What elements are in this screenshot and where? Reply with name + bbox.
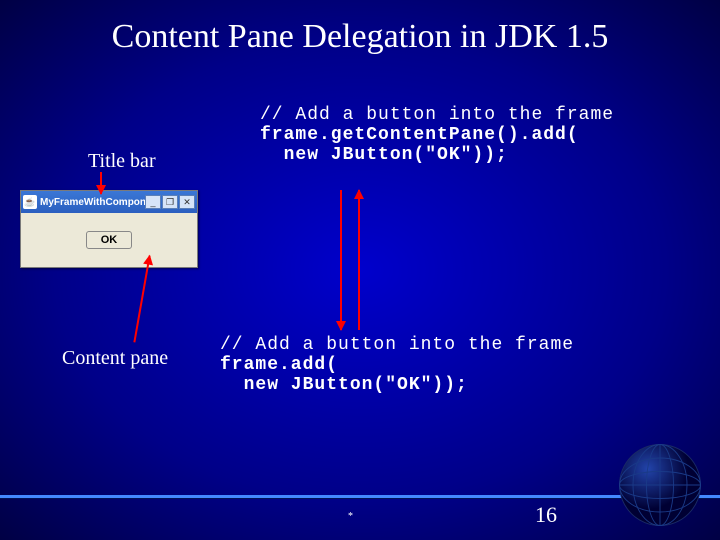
- window-control-buttons: _ ❐ ✕: [145, 195, 195, 209]
- page-number: 16: [535, 502, 557, 528]
- code-line-2-1: frame.add(: [220, 355, 338, 375]
- code-comment-2: // Add a button into the frame: [220, 335, 574, 355]
- minimize-button: _: [145, 195, 161, 209]
- code-line-1-2: new JButton("OK"));: [260, 145, 508, 165]
- label-content-pane: Content pane: [62, 347, 168, 370]
- demo-window-titlebar: ☕ MyFrameWithComponents _ ❐ ✕: [21, 191, 197, 213]
- code-block-2: // Add a button into the frame frame.add…: [220, 335, 574, 395]
- demo-window-content: OK: [21, 213, 197, 267]
- demo-window-title: MyFrameWithComponents: [40, 197, 145, 208]
- code-block-1: // Add a button into the frame frame.get…: [260, 105, 614, 165]
- maximize-button: ❐: [162, 195, 178, 209]
- code-line-1-1: frame.getContentPane().add(: [260, 125, 579, 145]
- ok-button: OK: [86, 231, 133, 249]
- arrow-titlebar: [100, 172, 102, 194]
- arrow-equivalence-1: [340, 190, 342, 330]
- code-line-2-2: new JButton("OK"));: [220, 375, 468, 395]
- demo-window: ☕ MyFrameWithComponents _ ❐ ✕ OK: [20, 190, 198, 268]
- label-title-bar: Title bar: [88, 150, 156, 173]
- arrow-contentpane: [133, 255, 150, 342]
- arrow-equivalence-2: [358, 190, 360, 330]
- footer-mark: *: [348, 511, 353, 522]
- globe-icon: [615, 440, 705, 530]
- footer-divider: [0, 495, 720, 498]
- java-icon: ☕: [23, 195, 37, 209]
- close-button: ✕: [179, 195, 195, 209]
- slide-title: Content Pane Delegation in JDK 1.5: [0, 0, 720, 56]
- code-comment-1: // Add a button into the frame: [260, 105, 614, 125]
